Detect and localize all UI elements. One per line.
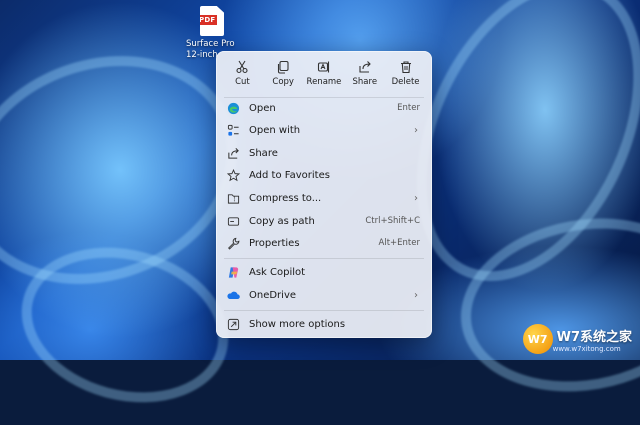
edge-icon — [226, 101, 240, 115]
path-icon — [226, 214, 240, 228]
menu-item-copy-as-path[interactable]: Copy as path Ctrl+Shift+C — [220, 210, 428, 232]
copy-button[interactable]: Copy — [263, 58, 303, 96]
menu-item-compress[interactable]: Compress to... › — [220, 187, 428, 209]
menu-item-show-more-options[interactable]: Show more options — [220, 313, 428, 335]
wrench-icon — [226, 236, 240, 250]
menu-item-onedrive[interactable]: OneDrive › — [220, 284, 428, 306]
menu-item-label: Ask Copilot — [249, 266, 306, 278]
delete-label: Delete — [391, 77, 420, 87]
zip-folder-icon — [226, 191, 240, 205]
menu-item-label: Show more options — [249, 318, 346, 330]
more-options-icon — [226, 317, 240, 331]
menu-item-share[interactable]: Share — [220, 142, 428, 164]
divider — [224, 258, 424, 259]
menu-item-properties[interactable]: Properties Alt+Enter — [220, 232, 428, 254]
share-toolbar-button[interactable]: Share — [345, 58, 385, 96]
chevron-right-icon: › — [414, 289, 418, 301]
menu-item-label: Properties — [249, 237, 300, 249]
rename-icon — [304, 58, 344, 76]
context-menu: Cut Copy Rename Share Delete Open Enter … — [216, 51, 432, 338]
share-icon — [345, 58, 385, 76]
shortcut-label: Ctrl+Shift+C — [365, 216, 420, 226]
menu-item-ask-copilot[interactable]: Ask Copilot — [220, 261, 428, 283]
shortcut-label: Enter — [397, 103, 420, 113]
divider — [224, 310, 424, 311]
menu-item-label: Open with — [249, 124, 301, 136]
delete-button[interactable]: Delete — [386, 58, 426, 96]
share-label: Share — [352, 77, 378, 87]
open-with-icon — [226, 123, 240, 137]
menu-item-label: Share — [249, 147, 278, 159]
menu-item-label: Copy as path — [249, 215, 315, 227]
watermark: W7 W7系统之家 www.w7xitong.com — [522, 324, 632, 354]
delete-icon — [386, 58, 426, 76]
pdf-badge: PDF — [199, 15, 218, 25]
watermark-logo: W7 — [522, 324, 553, 354]
menu-item-label: Add to Favorites — [249, 169, 330, 181]
copy-label: Copy — [272, 77, 294, 87]
rename-button[interactable]: Rename — [304, 58, 344, 96]
pdf-file-icon: PDF — [200, 6, 224, 36]
menu-item-open-with[interactable]: Open with › — [220, 119, 428, 141]
chevron-right-icon: › — [414, 192, 418, 204]
rename-label: Rename — [306, 77, 342, 87]
cut-button[interactable]: Cut — [222, 58, 262, 96]
star-icon — [226, 168, 240, 182]
menu-item-open[interactable]: Open Enter — [220, 97, 428, 119]
watermark-text: W7系统之家 — [556, 329, 632, 345]
cut-label: Cut — [235, 77, 250, 87]
menu-item-label: Open — [249, 102, 276, 114]
menu-item-label: Compress to... — [249, 192, 322, 204]
menu-item-add-to-favorites[interactable]: Add to Favorites — [220, 164, 428, 186]
context-menu-toolbar: Cut Copy Rename Share Delete — [216, 51, 432, 96]
cut-icon — [222, 58, 262, 76]
watermark-url: www.w7xitong.com — [552, 344, 621, 353]
chevron-right-icon: › — [414, 124, 418, 136]
onedrive-icon — [226, 288, 240, 302]
shortcut-label: Alt+Enter — [378, 238, 420, 248]
menu-item-label: OneDrive — [249, 289, 297, 301]
copy-icon — [263, 58, 303, 76]
copilot-icon — [226, 265, 240, 279]
share-icon — [226, 146, 240, 160]
